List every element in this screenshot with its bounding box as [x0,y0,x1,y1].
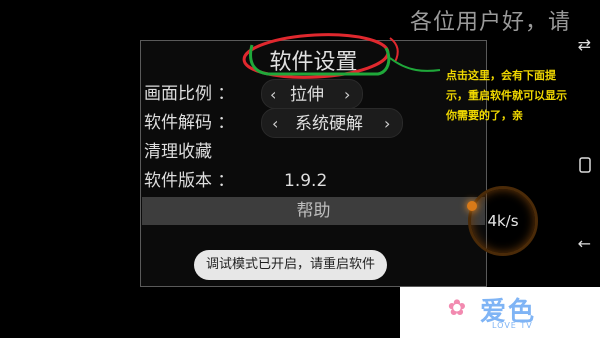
toast-message: 调试模式已开启，请重启软件 [194,250,388,280]
flower-icon: ✿ [447,296,467,321]
annotation-text: 点击这里，会有下面提示，重启软件就可以显示你需要的了，亲 [446,69,567,122]
panel-title[interactable]: 软件设置 [141,44,486,76]
decoder-value: 系统硬解 [295,114,363,134]
chevron-left-icon[interactable]: ‹ [272,109,278,139]
help-button[interactable]: 帮助 [142,197,485,225]
version-value: 1.9.2 [284,171,328,191]
recent-apps-icon[interactable]: ⇄ [578,35,591,54]
chevron-right-icon[interactable]: › [344,80,350,110]
marquee-text: 各位用户好，请 [410,10,572,35]
decoder-selector[interactable]: ‹ 系统硬解 › [261,108,403,138]
aspect-ratio-label: 画面比例 ： [144,84,235,104]
logo-subtitle: LOVE TV [492,321,533,330]
row-version: 软件版本 ： 1.9.2 [144,166,484,196]
decoder-label: 软件解码 ： [144,113,235,133]
chevron-left-icon[interactable]: ‹ [270,80,276,110]
clear-favorites-label[interactable]: 清理收藏 [144,137,212,167]
version-label: 软件版本 ： [144,171,235,191]
speed-indicator: 4k/s [467,186,538,256]
row-decoder: 软件解码 ： ‹ 系统硬解 › [144,108,484,138]
aspect-ratio-value: 拉伸 [290,85,324,105]
speed-dot-icon [467,201,477,211]
row-aspect-ratio: 画面比例 ： ‹ 拉伸 › [144,79,484,109]
home-icon[interactable] [579,157,591,173]
chevron-right-icon[interactable]: › [384,109,390,139]
watermark-logo: ✿ 爱色 LOVE TV [400,287,600,338]
aspect-ratio-selector[interactable]: ‹ 拉伸 › [261,79,363,109]
speed-value: 4k/s [487,212,519,230]
back-icon[interactable]: ← [578,234,591,253]
settings-panel: 软件设置 画面比例 ： ‹ 拉伸 › 软件解码 ： ‹ 系统硬解 › 清理收藏 … [140,40,487,287]
